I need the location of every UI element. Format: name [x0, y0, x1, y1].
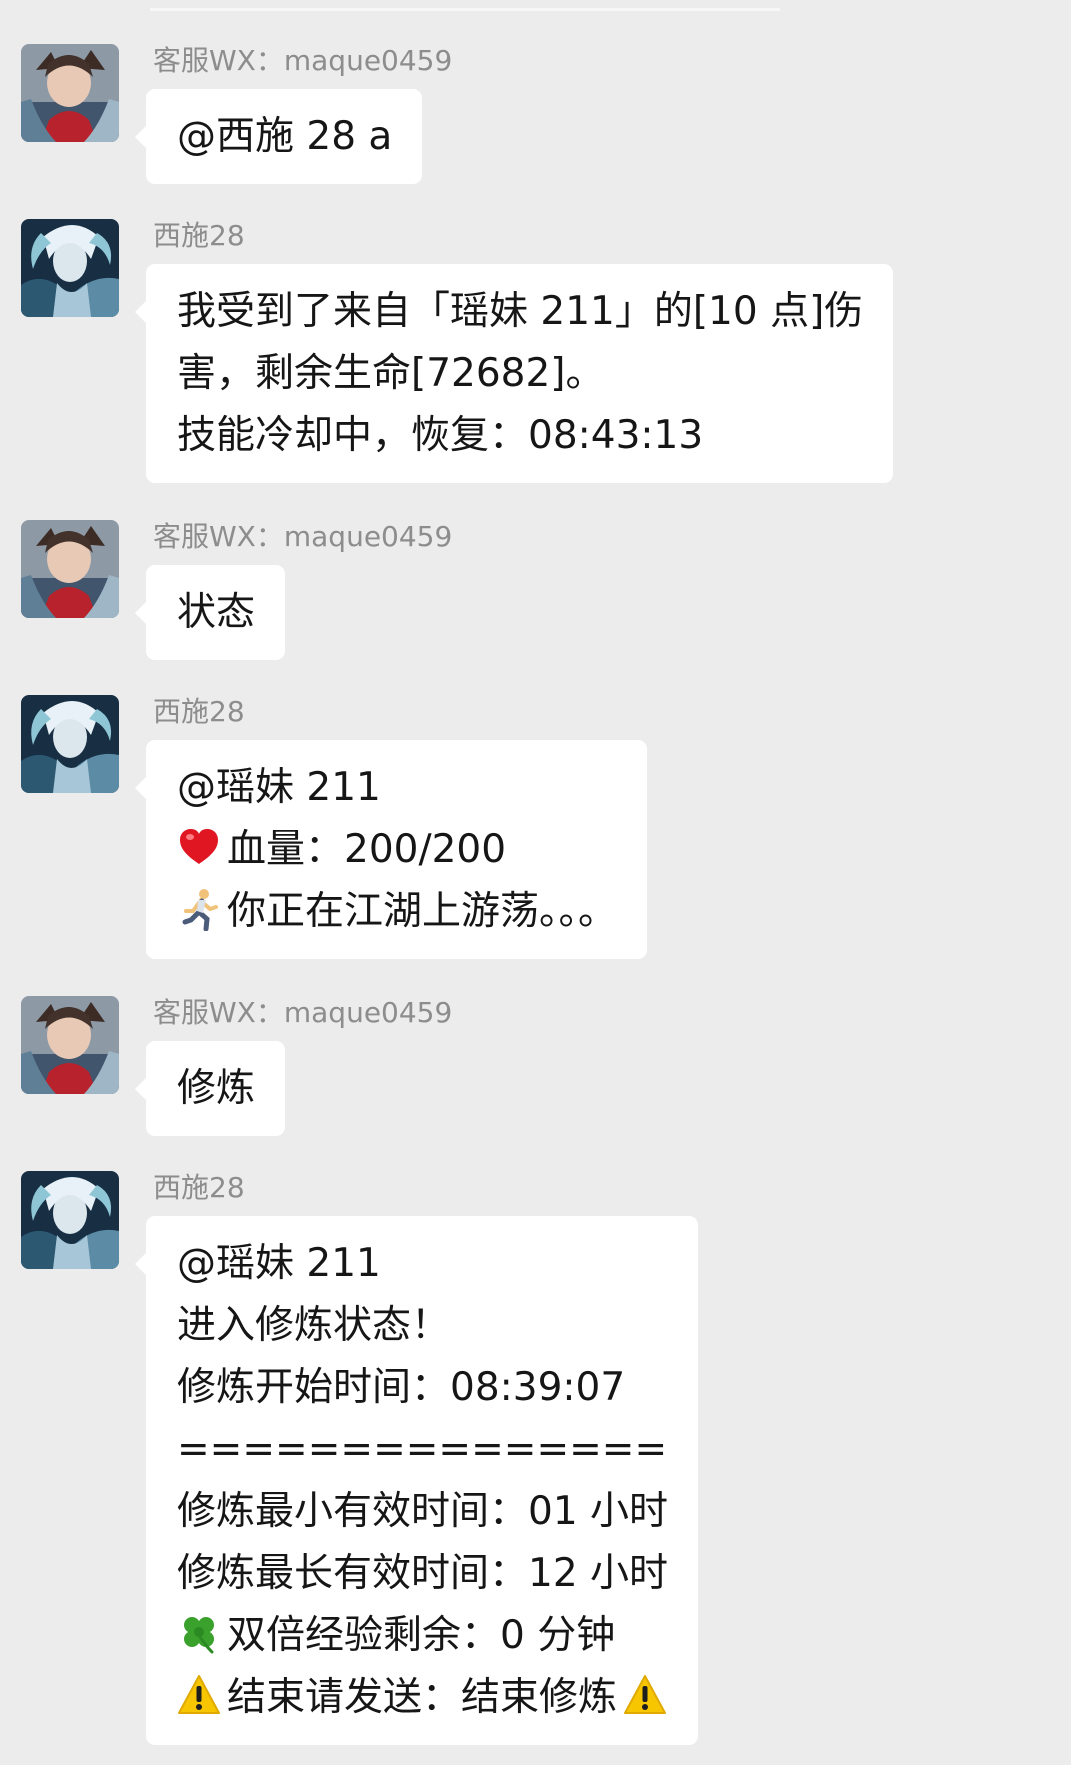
message-bubble[interactable]: @瑶妹 211 血量：200/200 你正在江湖上游荡。。。: [134, 740, 648, 959]
message-text: 双倍经验剩余：0 分钟: [227, 1613, 616, 1658]
avatar-staff[interactable]: [21, 996, 119, 1094]
message-text: 修炼最小有效时间：01 小时: [177, 1489, 669, 1534]
avatar-xishi[interactable]: [21, 219, 119, 317]
sender-name: 客服WX：maque0459: [153, 520, 453, 553]
message-text: 修炼: [177, 1066, 256, 1111]
avatar-xishi[interactable]: [21, 695, 119, 793]
message-bubble[interactable]: @西施 28 a: [134, 89, 423, 184]
message-line: 结束请发送：结束修炼: [177, 1667, 668, 1729]
staff-avatar-icon: [21, 44, 119, 142]
message-line: 双倍经验剩余：0 分钟: [177, 1605, 668, 1667]
message-text: @瑶妹 211: [177, 765, 381, 810]
message-text: ===============: [177, 1427, 668, 1472]
message-text: 我受到了来自「瑶妹 211」的[10 点]伤: [177, 289, 864, 334]
sender-name: 西施28: [153, 695, 245, 728]
message-bubble[interactable]: 状态: [134, 565, 286, 660]
message-text: 修炼开始时间：08:39:07: [177, 1365, 626, 1410]
message-text: 结束请发送：结束修炼: [227, 1675, 618, 1720]
avatar-xishi[interactable]: [21, 1171, 119, 1269]
message-text: @瑶妹 211: [177, 1241, 381, 1286]
message-bubble[interactable]: 修炼: [134, 1041, 286, 1136]
sender-name: 客服WX：maque0459: [153, 44, 453, 77]
avatar-staff[interactable]: [21, 520, 119, 618]
message-bubble[interactable]: 我受到了来自「瑶妹 211」的[10 点]伤 害，剩余生命[72682]。 技能…: [134, 264, 894, 483]
message-text: 害，剩余生命[72682]。: [177, 351, 605, 396]
xishi-avatar-icon: [21, 695, 119, 793]
message-line: 血量：200/200: [177, 819, 617, 881]
message-text: 修炼最长有效时间：12 小时: [177, 1551, 669, 1596]
message-text: @西施 28 a: [177, 114, 393, 159]
sender-name: 西施28: [153, 219, 245, 252]
chat-message-list[interactable]: 客服WX：maque0459 @西施 28 a 西施28 我受到了来自「瑶妹 2…: [0, 0, 1071, 1765]
message-text: 技能冷却中，恢复：08:43:13: [177, 413, 704, 458]
message-text: 你正在江湖上游荡。。。: [227, 889, 618, 934]
staff-avatar-icon: [21, 996, 119, 1094]
warning-emoji-icon: [623, 1673, 667, 1717]
runner-emoji-icon: [177, 887, 221, 931]
staff-avatar-icon: [21, 520, 119, 618]
heart-emoji-icon: [177, 825, 221, 869]
message-line: 你正在江湖上游荡。。。: [177, 881, 617, 943]
message-text: 状态: [177, 590, 256, 635]
clover-emoji-icon: [177, 1611, 221, 1655]
sender-name: 西施28: [153, 1171, 245, 1204]
warning-emoji-icon: [177, 1673, 221, 1717]
xishi-avatar-icon: [21, 1171, 119, 1269]
sender-name: 客服WX：maque0459: [153, 996, 453, 1029]
message-text: 血量：200/200: [227, 827, 507, 872]
avatar-staff[interactable]: [21, 44, 119, 142]
message-bubble[interactable]: @瑶妹 211 进入修炼状态！ 修炼开始时间：08:39:07 ========…: [134, 1216, 699, 1745]
message-text: 进入修炼状态！: [177, 1303, 451, 1348]
xishi-avatar-icon: [21, 219, 119, 317]
